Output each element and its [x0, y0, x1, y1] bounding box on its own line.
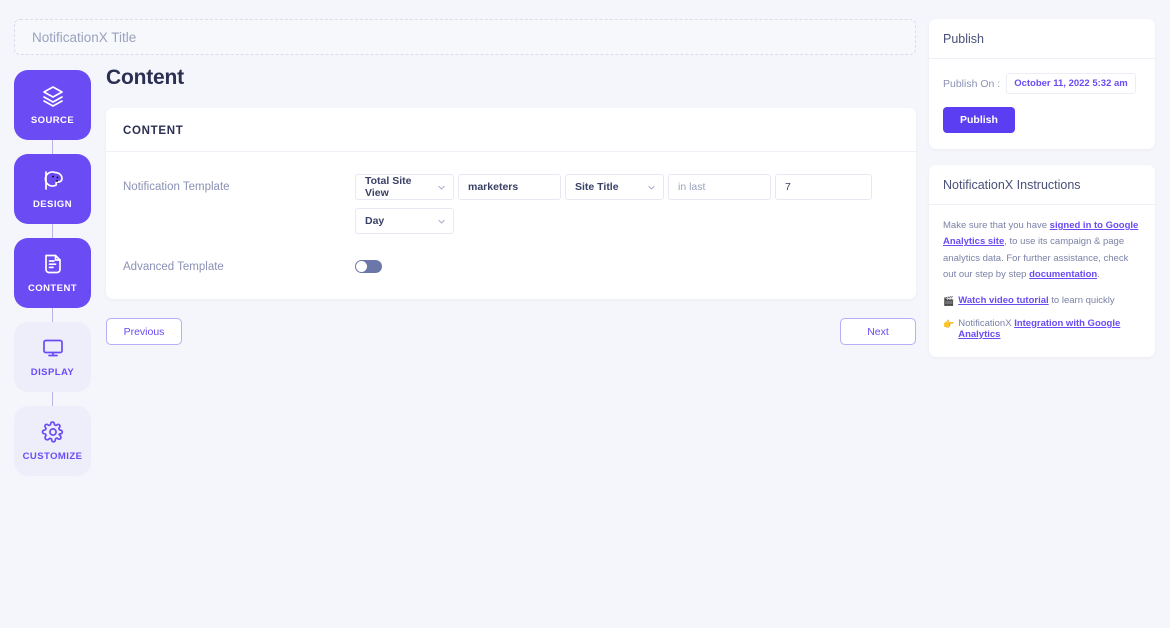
step-block-display: DISPLAY [14, 322, 91, 406]
instructions-paragraph: Make sure that you have signed in to Goo… [943, 218, 1141, 283]
unit-select[interactable]: Day [355, 208, 454, 234]
wizard-navigation: Previous Next [106, 318, 916, 345]
notification-template-label: Notification Template [123, 174, 355, 193]
video-icon: 🎬 [943, 295, 954, 309]
document-icon [41, 252, 65, 276]
instructions-panel-heading: NotificationX Instructions [929, 165, 1155, 205]
notificationx-title-input[interactable] [14, 19, 916, 55]
period-prefix-input[interactable]: in last [668, 174, 771, 200]
content-card-header: CONTENT [106, 108, 916, 152]
sidebar-item-label: CONTENT [28, 283, 77, 294]
video-tutorial-line: 🎬 Watch video tutorial to learn quickly [943, 295, 1141, 309]
chevron-down-icon [647, 183, 656, 192]
chevron-down-icon [437, 217, 446, 226]
sidebar-item-content[interactable]: CONTENT [14, 238, 91, 308]
right-sidebar: Publish Publish On : October 11, 2022 5:… [929, 19, 1155, 373]
notificationx-editor-page: SOURCE DESIGN [0, 0, 1170, 628]
step-connector [52, 308, 53, 322]
pointer-icon: 👉 [943, 318, 954, 332]
instructions-text-part1: Make sure that you have [943, 220, 1050, 231]
watch-video-tutorial-link[interactable]: Watch video tutorial [958, 295, 1048, 306]
instructions-panel-body: Make sure that you have signed in to Goo… [929, 205, 1155, 357]
instructions-panel: NotificationX Instructions Make sure tha… [929, 165, 1155, 357]
toggle-knob [356, 261, 367, 272]
video-tutorial-text: Watch video tutorial to learn quickly [958, 295, 1114, 306]
count-input-value: 7 [785, 181, 791, 193]
video-tutorial-suffix: to learn quickly [1049, 295, 1115, 306]
sidebar-item-source[interactable]: SOURCE [14, 70, 91, 140]
publish-panel-body: Publish On : October 11, 2022 5:32 am Pu… [929, 59, 1155, 149]
chevron-down-icon [437, 183, 446, 192]
step-block-customize: CUSTOMIZE [14, 406, 91, 476]
notification-template-row: Notification Template Total Site View ma… [123, 174, 899, 234]
previous-button[interactable]: Previous [106, 318, 182, 345]
integration-line: 👉 NotificationX Integration with Google … [943, 318, 1141, 340]
advanced-template-row: Advanced Template [123, 254, 899, 273]
source-select-value: Site Title [575, 181, 619, 193]
publish-on-row: Publish On : October 11, 2022 5:32 am [943, 73, 1141, 94]
integration-prefix: NotificationX [958, 318, 1014, 329]
instructions-text-part3: . [1097, 269, 1100, 280]
unit-select-value: Day [365, 215, 384, 227]
publish-button[interactable]: Publish [943, 107, 1015, 133]
step-connector [52, 392, 53, 406]
metric-select-value: Total Site View [365, 175, 437, 199]
sidebar-item-display[interactable]: DISPLAY [14, 322, 91, 392]
sidebar-item-customize[interactable]: CUSTOMIZE [14, 406, 91, 476]
step-connector [52, 224, 53, 238]
source-select[interactable]: Site Title [565, 174, 664, 200]
metric-select[interactable]: Total Site View [355, 174, 454, 200]
advanced-template-toggle[interactable] [355, 260, 382, 273]
page-title: Content [106, 66, 916, 90]
step-block-design: DESIGN [14, 154, 91, 238]
documentation-link[interactable]: documentation [1029, 269, 1097, 280]
publish-panel: Publish Publish On : October 11, 2022 5:… [929, 19, 1155, 149]
sidebar-item-label: CUSTOMIZE [23, 451, 83, 462]
step-block-source: SOURCE [14, 70, 91, 154]
sidebar-item-label: DISPLAY [31, 367, 74, 378]
audience-input-value: marketers [468, 181, 518, 193]
publish-on-date[interactable]: October 11, 2022 5:32 am [1006, 73, 1136, 94]
step-connector [52, 140, 53, 154]
notification-template-fields: Total Site View marketers Site Title [355, 174, 899, 234]
content-card: CONTENT Notification Template Total Site… [106, 108, 916, 299]
publish-panel-heading: Publish [929, 19, 1155, 59]
count-input[interactable]: 7 [775, 174, 872, 200]
sidebar-item-design[interactable]: DESIGN [14, 154, 91, 224]
audience-input[interactable]: marketers [458, 174, 561, 200]
content-card-body: Notification Template Total Site View ma… [106, 152, 916, 299]
palette-icon [41, 168, 65, 192]
sidebar-item-label: SOURCE [31, 115, 74, 126]
sidebar-item-label: DESIGN [33, 199, 72, 210]
title-input-container [14, 19, 916, 55]
period-prefix-value: in last [678, 181, 705, 193]
publish-on-label: Publish On : [943, 78, 1000, 90]
wizard-stepper: SOURCE DESIGN [14, 70, 91, 476]
monitor-icon [41, 336, 65, 360]
integration-text: NotificationX Integration with Google An… [958, 318, 1141, 340]
advanced-template-label: Advanced Template [123, 254, 355, 273]
step-block-content: CONTENT [14, 238, 91, 322]
gear-icon [41, 420, 65, 444]
main-content-column: Content CONTENT Notification Template To… [106, 66, 916, 345]
advanced-template-control [355, 254, 382, 273]
layers-icon [41, 84, 65, 108]
next-button[interactable]: Next [840, 318, 916, 345]
